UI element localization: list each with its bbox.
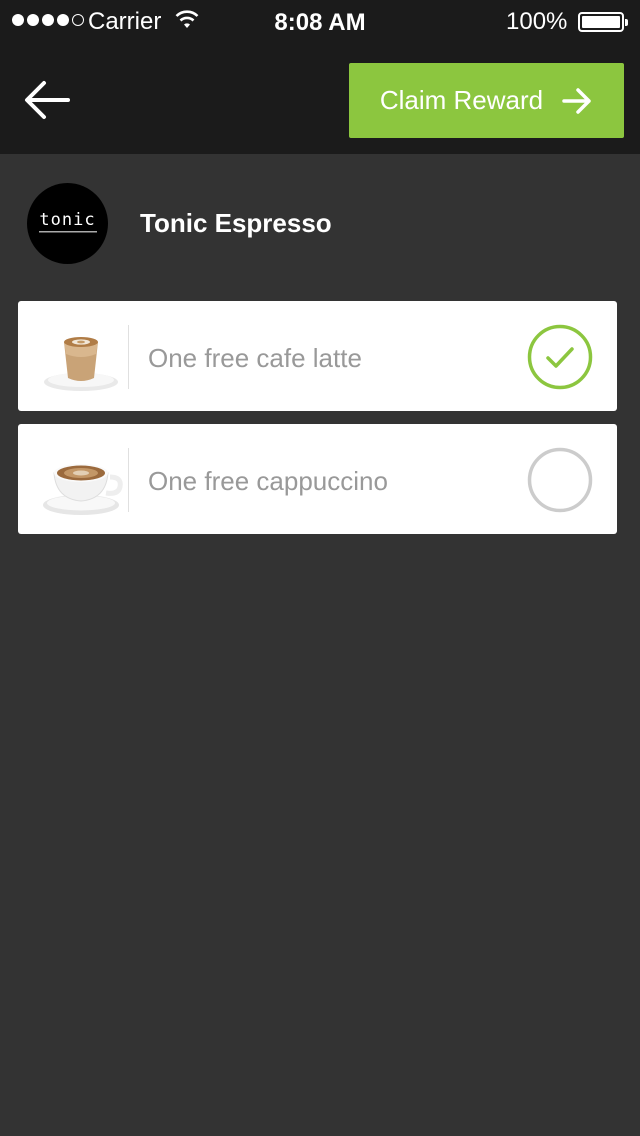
status-bar: Carrier 8:08 AM 100% <box>0 0 640 42</box>
claim-reward-label: Claim Reward <box>379 85 544 115</box>
merchant-logo-tagline <box>38 230 97 235</box>
merchant-logo-text: tonic <box>39 210 96 230</box>
claim-reward-button[interactable]: Claim Reward <box>349 63 624 138</box>
reward-label: One free cappuccino <box>148 466 388 496</box>
merchant-header: tonic Tonic Espresso <box>27 182 332 264</box>
reward-option-cappuccino[interactable]: One free cappuccino <box>18 424 617 534</box>
arrow-left-icon <box>25 81 70 119</box>
navigation-bar: Carrier 8:08 AM 100% Claim Reward <box>0 0 640 154</box>
checkmark-icon <box>527 324 593 390</box>
reward-option-latte[interactable]: One free cafe latte <box>18 301 617 411</box>
battery-icon <box>578 12 628 32</box>
back-button[interactable] <box>22 78 74 122</box>
reward-divider <box>128 448 129 512</box>
reward-label: One free cafe latte <box>148 343 362 373</box>
cafe-latte-image <box>44 337 118 391</box>
arrow-right-icon <box>562 87 591 114</box>
cappuccino-image <box>43 464 123 515</box>
battery-percentage: 100% <box>506 8 568 35</box>
reward-divider <box>128 325 129 389</box>
merchant-logo: tonic <box>27 182 108 264</box>
merchant-name: Tonic Espresso <box>140 207 332 238</box>
unchecked-circle-icon <box>527 447 593 513</box>
